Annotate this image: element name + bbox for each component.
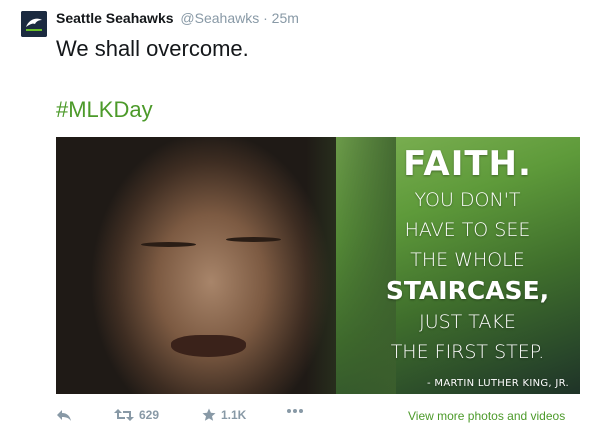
quote-line: HAVE TO SEE [404,219,531,241]
favorite-count: 1.1K [221,408,247,422]
quote-line: THE WHOLE [410,249,525,271]
more-button[interactable] [286,408,304,414]
quote-attribution: - MARTIN LUTHER KING, JR. [427,378,569,389]
author-name[interactable]: Seattle Seahawks [56,10,174,26]
view-more-link[interactable]: View more photos and videos [408,409,565,423]
avatar[interactable] [21,11,47,37]
quote-line: YOU DON'T [414,189,521,211]
quote-line: JUST TAKE [419,311,516,333]
quote-line: STAIRCASE, [385,276,550,305]
photo-mouth [171,335,246,357]
photo-eye-right [226,237,281,242]
quote-line: FAITH. [403,144,532,184]
retweet-icon [114,409,134,421]
reply-icon [57,410,71,421]
tweet-photo[interactable]: FAITH. YOU DON'T HAVE TO SEE THE WHOLE S… [56,137,580,394]
tweet-actions: 629 1.1K View more photos and videos [56,408,600,428]
star-icon [202,408,216,421]
more-icon [287,409,303,413]
author-handle[interactable]: @Seahawks [180,10,259,26]
quote-line: THE FIRST STEP. [390,341,545,363]
tweet-header: Seattle Seahawks @Seahawks · 25m [56,9,299,27]
retweet-count: 629 [139,408,160,422]
photo-eye-left [141,242,196,247]
tweet: Seattle Seahawks @Seahawks · 25m We shal… [0,0,600,445]
tweet-text: We shall overcome. [56,36,249,61]
seahawks-logo-icon [21,11,47,37]
quote-overlay: FAITH. YOU DON'T HAVE TO SEE THE WHOLE S… [360,143,575,391]
hashtag-link[interactable]: #MLKDay [56,96,153,124]
timestamp[interactable]: 25m [272,10,299,26]
retweet-button[interactable]: 629 [114,408,159,422]
reply-button[interactable] [56,408,72,422]
favorite-button[interactable]: 1.1K [202,408,246,422]
separator-dot: · [263,10,268,26]
